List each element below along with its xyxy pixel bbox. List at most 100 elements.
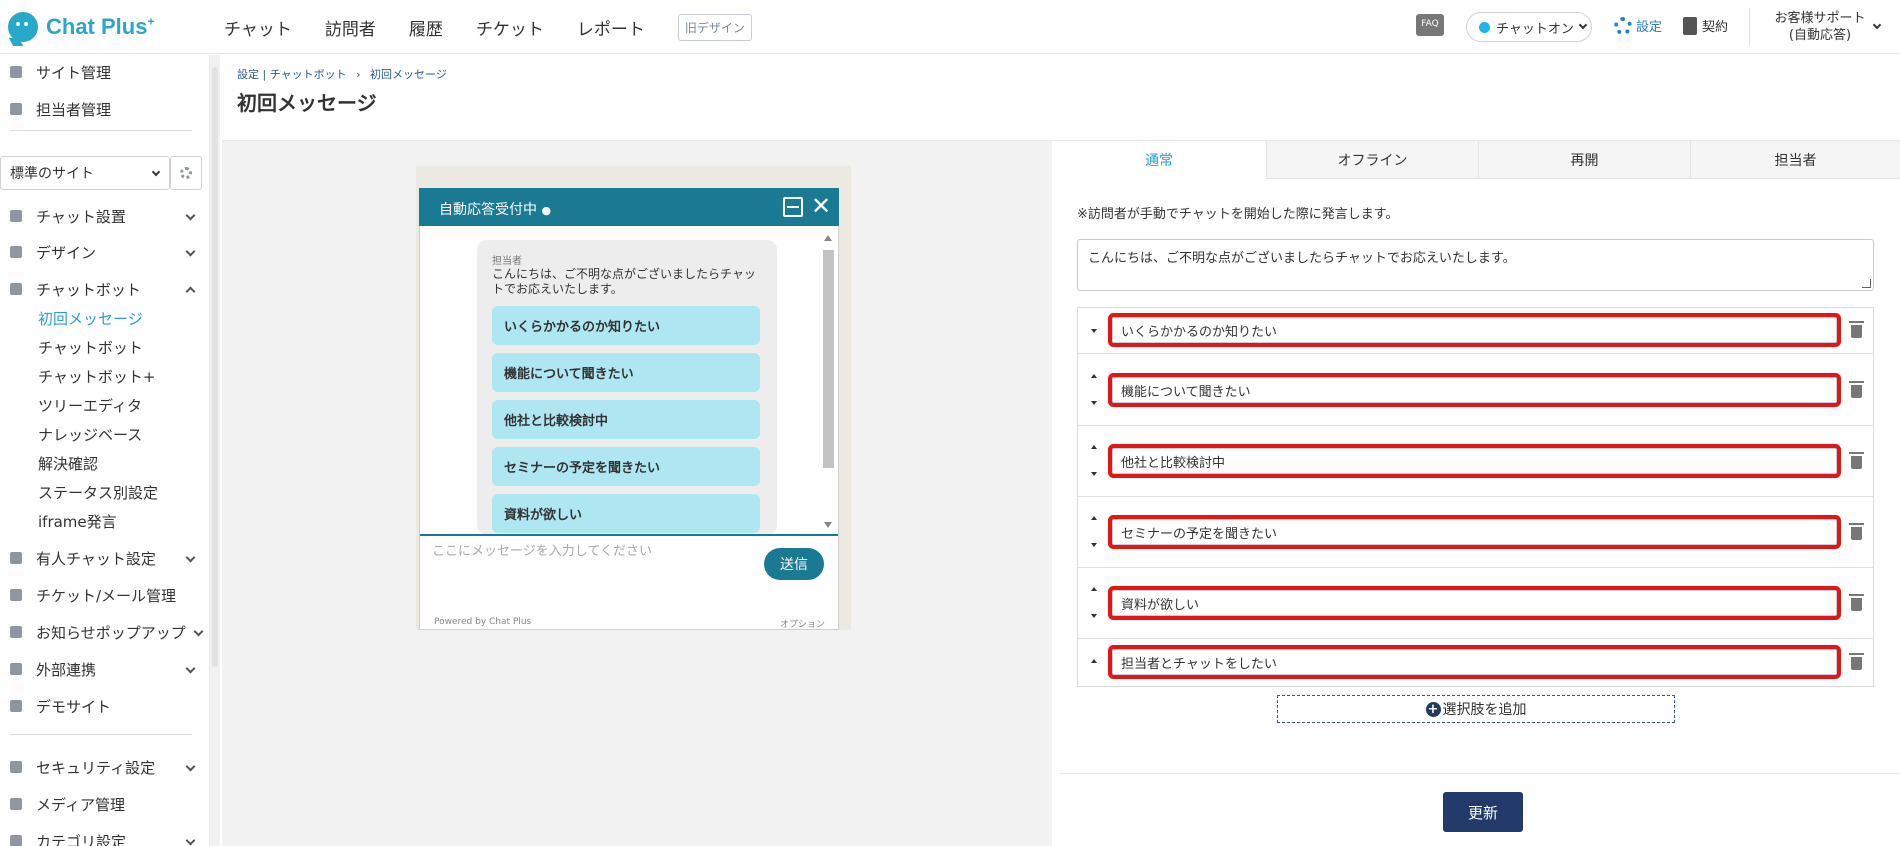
trash-icon[interactable]: [1849, 523, 1864, 540]
site-select[interactable]: 標準のサイト: [0, 156, 170, 190]
trash-icon[interactable]: [1849, 594, 1864, 611]
old-design-button[interactable]: 旧デザイン: [677, 13, 752, 41]
settings-link[interactable]: 設定: [1614, 16, 1662, 35]
breadcrumb-current: 初回メッセージ: [370, 68, 447, 81]
choice-input[interactable]: セミナーの予定を聞きたい: [1112, 519, 1837, 545]
widget-option[interactable]: セミナーの予定を聞きたい: [492, 447, 760, 486]
scroll-up-icon[interactable]: [824, 235, 832, 241]
move-up-icon[interactable]: [1091, 659, 1097, 663]
popup-icon: [10, 626, 22, 638]
widget-option[interactable]: 機能について聞きたい: [492, 353, 760, 392]
sidebar-sub-initial-message[interactable]: 初回メッセージ: [38, 308, 143, 329]
sidebar-item-label: 外部連携: [36, 660, 97, 679]
widget-scrollbar[interactable]: [820, 232, 836, 532]
trash-icon[interactable]: [1849, 452, 1864, 469]
sidebar-item-staffed-chat[interactable]: 有人チャット設定: [10, 543, 200, 573]
widget-option[interactable]: いくらかかるのか知りたい: [492, 306, 760, 345]
page-title: 初回メッセージ: [237, 91, 377, 115]
trash-icon[interactable]: [1849, 321, 1864, 338]
widget-option[interactable]: 資料が欲しい: [492, 494, 760, 533]
divider: [10, 734, 192, 735]
logo-text: Chat Plus+: [46, 14, 155, 39]
sidebar-sub-iframe[interactable]: iframe発言: [38, 511, 117, 532]
sidebar-item-label: サイト管理: [36, 63, 112, 82]
sidebar-item-design[interactable]: デザイン: [10, 237, 200, 267]
tab-offline[interactable]: オフライン: [1266, 141, 1478, 179]
choice-input[interactable]: 資料が欲しい: [1112, 590, 1837, 616]
sidebar-scrollbar[interactable]: [210, 55, 220, 846]
move-down-icon[interactable]: [1091, 401, 1097, 405]
tab-staff[interactable]: 担当者: [1690, 141, 1900, 179]
move-up-icon[interactable]: [1091, 445, 1097, 449]
logo[interactable]: Chat Plus+: [8, 10, 154, 44]
sidebar-item-site-management[interactable]: サイト管理: [10, 57, 200, 87]
widget-send-button[interactable]: 送信: [764, 548, 824, 580]
tab-normal[interactable]: 通常: [1052, 141, 1266, 179]
choice-input[interactable]: 担当者とチャットをしたい: [1112, 649, 1837, 675]
tools-icon: [10, 210, 22, 222]
move-up-icon[interactable]: [1091, 374, 1097, 378]
sidebar-item-ticket-mail[interactable]: チケット/メール管理: [10, 580, 200, 610]
nav-reports[interactable]: レポート: [577, 15, 645, 40]
initial-message-textarea[interactable]: こんにちは、ご不明な点がございましたらチャットでお応えいたします。: [1077, 239, 1874, 291]
divider: [10, 130, 192, 131]
sidebar-item-category[interactable]: カテゴリ設定: [10, 826, 200, 846]
choice-input[interactable]: いくらかかるのか知りたい: [1112, 317, 1837, 343]
sidebar-item-chatbot[interactable]: チャットボット: [10, 274, 200, 304]
sidebar-sub-knowledge-base[interactable]: ナレッジベース: [38, 424, 142, 445]
nav-visitors[interactable]: 訪問者: [325, 15, 376, 40]
faq-icon[interactable]: FAQ: [1416, 14, 1444, 36]
divider: [1078, 496, 1873, 497]
tab-resume[interactable]: 再開: [1478, 141, 1690, 179]
sidebar-item-media[interactable]: メディア管理: [10, 789, 200, 819]
add-choice-button[interactable]: + 選択肢を追加: [1277, 695, 1675, 723]
sidebar-sub-status-settings[interactable]: ステータス別設定: [38, 482, 158, 503]
move-down-icon[interactable]: [1091, 329, 1097, 333]
nav-tickets[interactable]: チケット: [476, 15, 544, 40]
sidebar-sub-chatbot[interactable]: チャットボット: [38, 337, 143, 358]
sidebar-item-security[interactable]: セキュリティ設定: [10, 752, 200, 782]
move-down-icon[interactable]: [1091, 472, 1097, 476]
sidebar-item-integrations[interactable]: 外部連携: [10, 654, 200, 684]
widget-option-link[interactable]: オプション: [780, 617, 825, 630]
chat-widget-header: 自動応答受付中 ● ✕: [419, 188, 839, 226]
palette-icon: [10, 246, 22, 258]
site-settings-button[interactable]: [170, 156, 202, 190]
close-icon[interactable]: ✕: [811, 192, 831, 220]
nav-history[interactable]: 履歴: [409, 15, 443, 40]
nav-chat[interactable]: チャット: [224, 15, 292, 40]
support-menu[interactable]: お客様サポート (自動応答): [1760, 10, 1880, 44]
sidebar-sub-chatbot-plus[interactable]: チャットボット+: [38, 366, 155, 387]
widget-message-input[interactable]: ここにメッセージを入力してください: [432, 540, 652, 559]
update-button[interactable]: 更新: [1443, 792, 1523, 832]
minimize-icon[interactable]: [783, 197, 803, 217]
move-up-icon[interactable]: [1091, 516, 1097, 520]
message-sender: 担当者: [492, 256, 522, 267]
widget-option[interactable]: 他社と比較検討中: [492, 400, 760, 439]
choice-input[interactable]: 機能について聞きたい: [1112, 377, 1837, 403]
sidebar-item-label: セキュリティ設定: [36, 758, 156, 777]
sidebar-sub-resolution-check[interactable]: 解決確認: [38, 453, 98, 474]
sidebar-sub-tree-editor[interactable]: ツリーエディタ: [38, 395, 142, 416]
sidebar-item-demo-site[interactable]: デモサイト: [10, 691, 200, 721]
move-down-icon[interactable]: [1091, 614, 1097, 618]
sidebar-item-staff-management[interactable]: 担当者管理: [10, 94, 200, 124]
choice-input[interactable]: 他社と比較検討中: [1112, 448, 1837, 474]
scrollbar-thumb[interactable]: [212, 67, 218, 667]
trash-icon[interactable]: [1849, 653, 1864, 670]
trash-icon[interactable]: [1849, 381, 1864, 398]
sidebar-item-label: お知らせポップアップ: [36, 623, 186, 642]
sidebar-item-popup[interactable]: お知らせポップアップ: [10, 617, 204, 647]
move-down-icon[interactable]: [1091, 543, 1097, 547]
sidebar-item-chat-install[interactable]: チャット設置: [10, 201, 200, 231]
image-icon: [10, 798, 22, 810]
scrollbar-thumb[interactable]: [823, 250, 834, 468]
scroll-down-icon[interactable]: [824, 522, 832, 528]
divider: [1060, 773, 1900, 774]
contract-link[interactable]: 契約: [1683, 16, 1728, 35]
chevron-down-icon: [151, 167, 161, 177]
move-up-icon[interactable]: [1091, 587, 1097, 591]
chat-status-toggle[interactable]: チャットオン: [1466, 12, 1592, 42]
breadcrumb-link[interactable]: 設定 | チャットボット: [237, 68, 347, 81]
document-icon: [1683, 16, 1697, 35]
